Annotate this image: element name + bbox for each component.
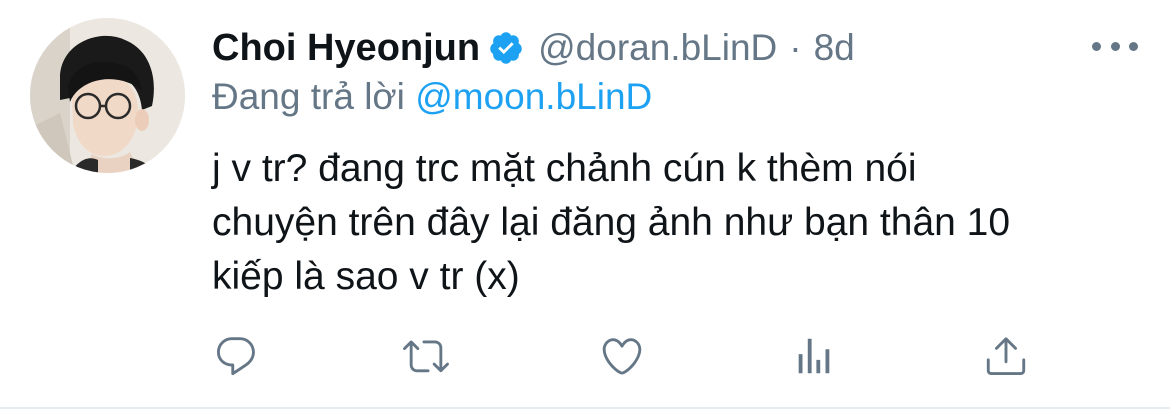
- author-name[interactable]: Choi Hyeonjun: [212, 27, 480, 70]
- verified-badge-icon: [488, 30, 524, 66]
- retweet-icon: [403, 340, 449, 373]
- tweet-actions: [210, 330, 1040, 386]
- analytics-icon: [798, 338, 830, 374]
- analytics-button[interactable]: [788, 330, 840, 382]
- avatar[interactable]: [30, 18, 185, 173]
- tweet-text-line: j v tr? đang trc mặt chảnh cún k thèm nó…: [212, 147, 917, 190]
- timestamp[interactable]: 8d: [814, 27, 855, 69]
- tweet-text-line: kiếp là sao v tr (x): [212, 255, 520, 298]
- share-icon: [986, 337, 1026, 376]
- author-handle[interactable]: @doran.bLinD: [538, 27, 777, 69]
- reply-context: Đang trả lời @moon.bLinD: [212, 76, 652, 118]
- tweet-header: Choi Hyeonjun @doran.bLinD · 8d: [212, 22, 855, 74]
- more-options-icon[interactable]: [1092, 36, 1138, 56]
- share-button[interactable]: [980, 330, 1032, 382]
- reply-icon: [217, 337, 255, 376]
- reply-button[interactable]: [210, 330, 262, 382]
- like-button[interactable]: [596, 330, 648, 382]
- separator-dot: ·: [789, 27, 802, 68]
- tweet-text-line: chuyện trên đây lại đăng ảnh như bạn thâ…: [212, 201, 1011, 244]
- avatar-photo: [30, 18, 185, 173]
- retweet-button[interactable]: [400, 330, 452, 382]
- like-icon: [602, 338, 642, 375]
- reply-prefix: Đang trả lời: [212, 76, 405, 117]
- reply-mention-link[interactable]: @moon.bLinD: [415, 76, 652, 117]
- tweet-text: j v tr? đang trc mặt chảnh cún k thèm nó…: [212, 142, 1142, 304]
- tweet[interactable]: Choi Hyeonjun @doran.bLinD · 8d Đang trả…: [0, 0, 1170, 409]
